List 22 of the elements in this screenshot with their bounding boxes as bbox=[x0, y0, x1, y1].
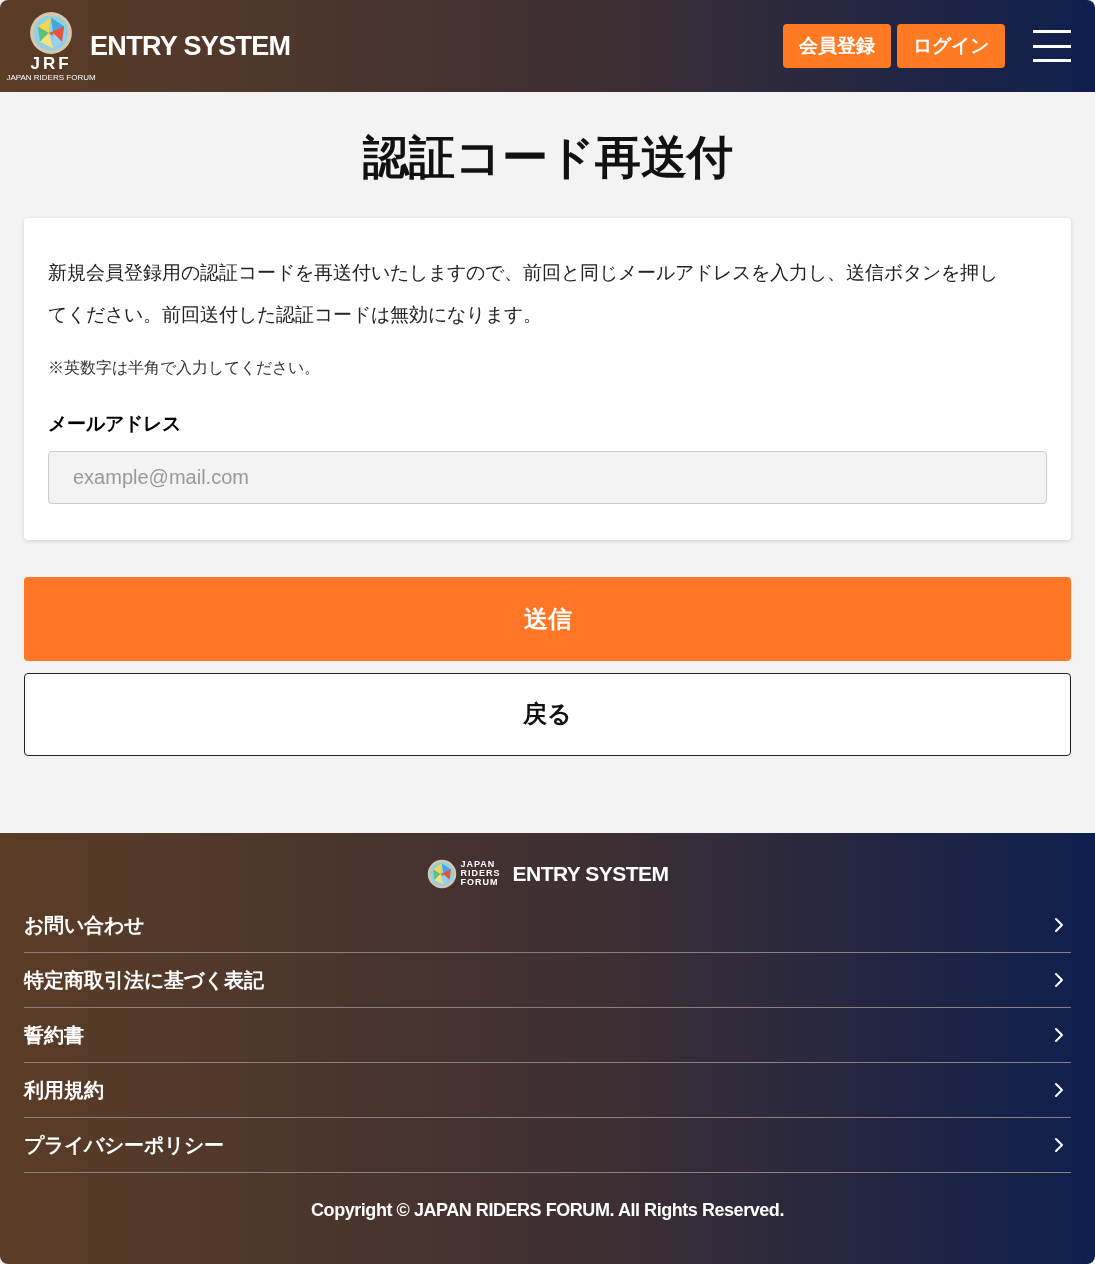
note-text: ※英数字は半角で入力してください。 bbox=[48, 358, 321, 378]
description-text: 新規会員登録用の認証コードを再送付いたしますので、前回と同じメールアドレスを入力し、送信ボタンを押してください。前回送付した認証コードは無効になります。 bbox=[48, 261, 999, 327]
footer-title: ENTRY SYSTEM bbox=[512, 861, 669, 887]
logo-subtitle: JAPAN RIDERS FORUM bbox=[6, 73, 96, 82]
copyright-text: Copyright © JAPAN RIDERS FORUM. All Rights Reserved. bbox=[310, 1198, 785, 1222]
menu-icon[interactable] bbox=[1033, 30, 1071, 62]
footer-link[interactable]: 利用規約 bbox=[24, 1062, 1071, 1118]
logo-text: JAPAN bbox=[460, 860, 497, 870]
site-title: ENTRY SYSTEM bbox=[90, 29, 291, 63]
footer-link[interactable]: 誓約書 bbox=[24, 1007, 1071, 1063]
globe-logo-icon bbox=[426, 858, 457, 889]
footer-link[interactable]: お問い合わせ bbox=[24, 897, 1071, 953]
field-label: メールアドレス bbox=[48, 412, 182, 436]
footer-link[interactable]: 特定商取引法に基づく表記 bbox=[24, 952, 1071, 1008]
page-title: 認証コード再送付 bbox=[361, 134, 734, 180]
footer-link[interactable]: プライバシーポリシー bbox=[24, 1117, 1071, 1173]
logo-text: RIDERS bbox=[460, 869, 501, 879]
globe-logo-icon bbox=[29, 10, 73, 55]
logo-mark: JRF bbox=[30, 54, 72, 72]
back-button[interactable]: 戻る bbox=[24, 672, 1071, 756]
email-field[interactable]: example@mail.com bbox=[48, 450, 1047, 504]
logo-text: FORUM bbox=[460, 878, 500, 888]
